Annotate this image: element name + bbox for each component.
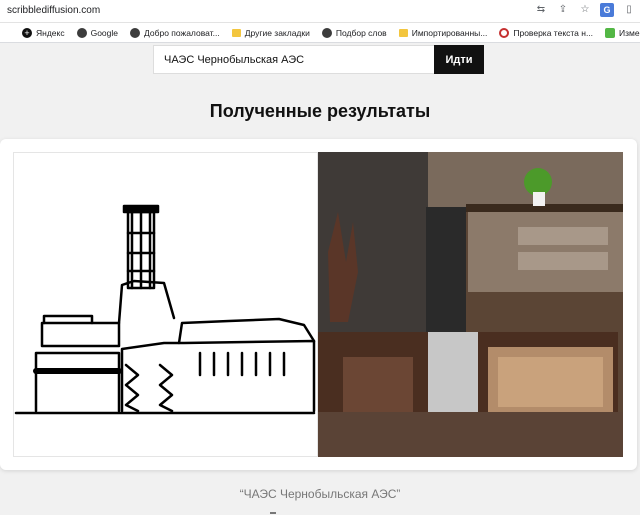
plus-icon: + xyxy=(22,27,32,38)
bookmark-yandex[interactable]: + Яндекс xyxy=(16,27,71,38)
bookmarks-bar: + Яндекс Google Добро пожаловат... Другие… xyxy=(0,23,640,43)
folder-icon xyxy=(231,28,241,37)
bookmark-label: Яндекс xyxy=(36,27,65,38)
translate-icon[interactable]: ⇆ xyxy=(534,3,548,17)
scribble-image xyxy=(13,152,318,457)
extension-icon[interactable]: G xyxy=(600,3,614,17)
copyright-icon xyxy=(499,27,510,38)
bookmark-google[interactable]: Google xyxy=(71,27,124,38)
bookmark-label: Добро пожаловат... xyxy=(144,27,220,38)
scribble-drawing xyxy=(14,204,316,415)
bookmark-welcome[interactable]: Добро пожаловат... xyxy=(124,27,226,38)
prompt-form: Идти xyxy=(153,45,484,74)
bookmark-text-check[interactable]: Проверка текста н... xyxy=(493,27,599,38)
results-heading: Полученные результаты xyxy=(209,101,431,121)
address-bar-actions: ⇆ ⇪ ☆ G ▯ xyxy=(534,3,636,17)
address-bar[interactable]: scribblediffusion.com ⇆ ⇪ ☆ G ▯ xyxy=(0,0,640,23)
bookmark-tone[interactable]: Изменить тональ... xyxy=(599,27,640,38)
green-app-icon xyxy=(605,27,616,38)
bookmark-label: Проверка текста н... xyxy=(513,27,594,38)
bookmark-label: Подбор слов xyxy=(335,27,387,38)
generated-photo xyxy=(318,152,623,457)
globe-icon xyxy=(76,27,87,38)
share-icon[interactable]: ⇪ xyxy=(556,3,570,17)
results-card xyxy=(0,139,637,470)
menu-icon[interactable]: ▯ xyxy=(622,3,636,17)
go-button[interactable]: Идти xyxy=(434,45,484,74)
url-text[interactable]: scribblediffusion.com xyxy=(7,5,100,16)
bookmark-words[interactable]: Подбор слов xyxy=(316,27,393,38)
result-caption: “ЧАЭС Чернобыльская АЭС” xyxy=(239,487,401,501)
apps-icon xyxy=(0,27,10,38)
folder-icon xyxy=(398,28,408,37)
bookmark-label: Изменить тональ... xyxy=(619,27,640,38)
bookmark-label: Google xyxy=(90,27,119,38)
bookmark-imported[interactable]: Импортированны... xyxy=(393,28,494,38)
globe-icon xyxy=(321,27,332,38)
star-icon[interactable]: ☆ xyxy=(578,3,592,17)
globe-icon xyxy=(130,27,141,38)
bookmark-apps[interactable] xyxy=(0,27,16,38)
bookmark-other[interactable]: Другие закладки xyxy=(226,28,316,38)
generated-image xyxy=(318,152,623,457)
prompt-input[interactable] xyxy=(153,45,434,74)
bookmark-label: Импортированны... xyxy=(411,27,488,38)
bookmark-label: Другие закладки xyxy=(244,27,310,38)
caption-underline xyxy=(270,512,276,514)
